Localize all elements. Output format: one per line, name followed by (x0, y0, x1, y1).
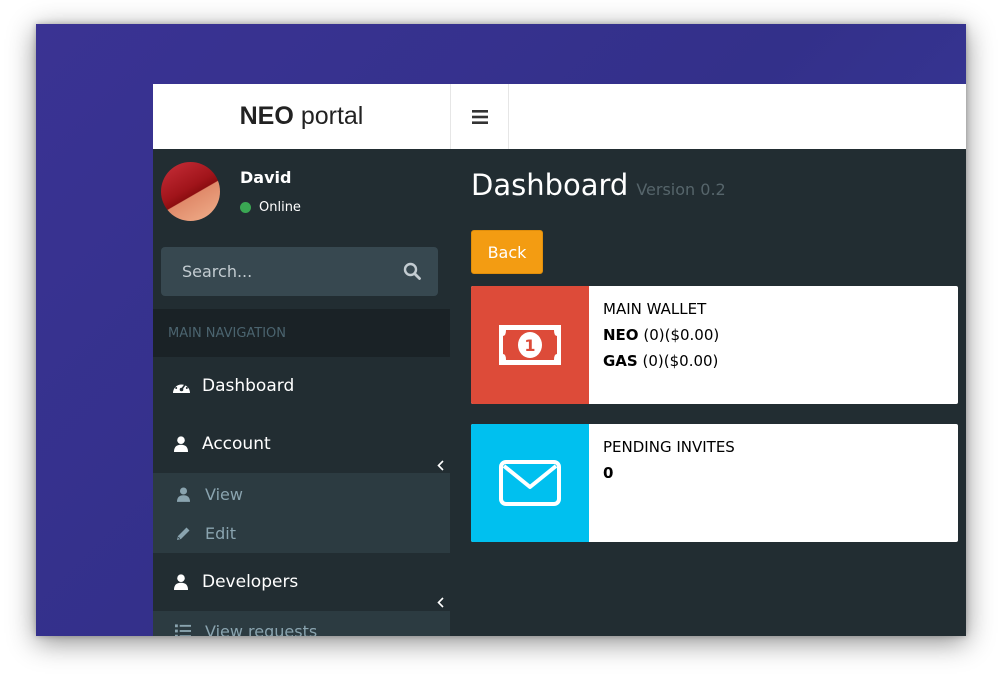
hamburger-icon (471, 109, 488, 124)
user-status: Online (240, 200, 301, 215)
sidebar-toggle-button[interactable] (450, 84, 509, 149)
avatar (161, 162, 220, 221)
pencil-icon (175, 526, 191, 541)
sidebar-item-view-requests[interactable]: View requests (153, 612, 450, 636)
gas-name: GAS (603, 352, 638, 370)
gas-balance: GAS (0)($0.00) (603, 348, 719, 374)
sidebar-search (161, 247, 438, 296)
page-version: Version 0.2 (636, 180, 726, 199)
sidebar-item-label: Developers (202, 572, 299, 592)
nav-header: MAIN NAVIGATION (153, 309, 450, 357)
account-submenu: View Edit (153, 473, 450, 553)
logo-bold: NEO (239, 102, 294, 130)
user-panel: David Online (153, 149, 450, 239)
sidebar-item-account-edit[interactable]: Edit (153, 514, 450, 552)
back-button[interactable]: Back (471, 230, 543, 274)
search-input[interactable] (180, 261, 384, 282)
search-button[interactable] (403, 262, 421, 284)
gas-value: (0)($0.00) (642, 352, 719, 370)
logo-light: portal (300, 102, 364, 130)
user-icon (171, 574, 191, 590)
pending-invites-count: 0 (603, 464, 614, 482)
neo-name: NEO (603, 326, 639, 344)
sidebar-item-label: View (205, 484, 243, 504)
main-wallet-box: 1 MAIN WALLET NEO (0)($0.00) GAS (0)($0.… (471, 286, 958, 404)
envelope-icon (471, 424, 589, 542)
chevron-left-icon[interactable] (437, 597, 444, 611)
app-window: NEO portal David Online Search... MAIN N… (153, 84, 966, 636)
sidebar-item-developers[interactable]: Developers (153, 553, 450, 611)
list-icon (175, 624, 191, 636)
sidebar-item-label: Account (202, 434, 271, 454)
main-content: Dashboard Version 0.2 Back 1 MAIN WALLET … (450, 149, 966, 636)
developers-submenu: View requests (153, 611, 450, 636)
user-icon (175, 486, 191, 502)
svg-text:1: 1 (524, 336, 535, 355)
main-wallet-label: MAIN WALLET (603, 300, 707, 318)
money-icon: 1 (471, 286, 589, 404)
sidebar-item-label: View requests (205, 621, 318, 637)
dashboard-icon (171, 379, 191, 394)
user-status-label: Online (259, 200, 301, 215)
sidebar-item-label: Edit (205, 523, 236, 543)
pending-invites-text: PENDING INVITES 0 (603, 434, 735, 486)
screenshot-frame: NEO portal David Online Search... MAIN N… (36, 24, 966, 636)
top-bar: NEO portal (153, 84, 966, 149)
neo-value: (0)($0.00) (643, 326, 720, 344)
pending-invites-label: PENDING INVITES (603, 438, 735, 456)
search-icon (403, 262, 421, 280)
sidebar-item-account[interactable]: Account (153, 415, 450, 473)
page-title: Dashboard Version 0.2 (471, 168, 726, 202)
sidebar-item-label: Dashboard (202, 376, 295, 396)
user-icon (171, 436, 191, 452)
chevron-left-icon[interactable] (437, 460, 444, 474)
sidebar-item-dashboard[interactable]: Dashboard (153, 357, 450, 415)
online-status-dot-icon (240, 202, 251, 213)
page-title-text: Dashboard (471, 168, 629, 202)
sidebar: David Online MAIN NAVIGATION (153, 149, 450, 636)
main-wallet-text: MAIN WALLET NEO (0)($0.00) GAS (0)($0.00… (603, 296, 719, 374)
neo-balance: NEO (0)($0.00) (603, 322, 719, 348)
logo[interactable]: NEO portal (153, 84, 450, 149)
pending-invites-box: PENDING INVITES 0 (471, 424, 958, 542)
user-name: David (240, 168, 292, 187)
sidebar-item-account-view[interactable]: View (153, 475, 450, 513)
